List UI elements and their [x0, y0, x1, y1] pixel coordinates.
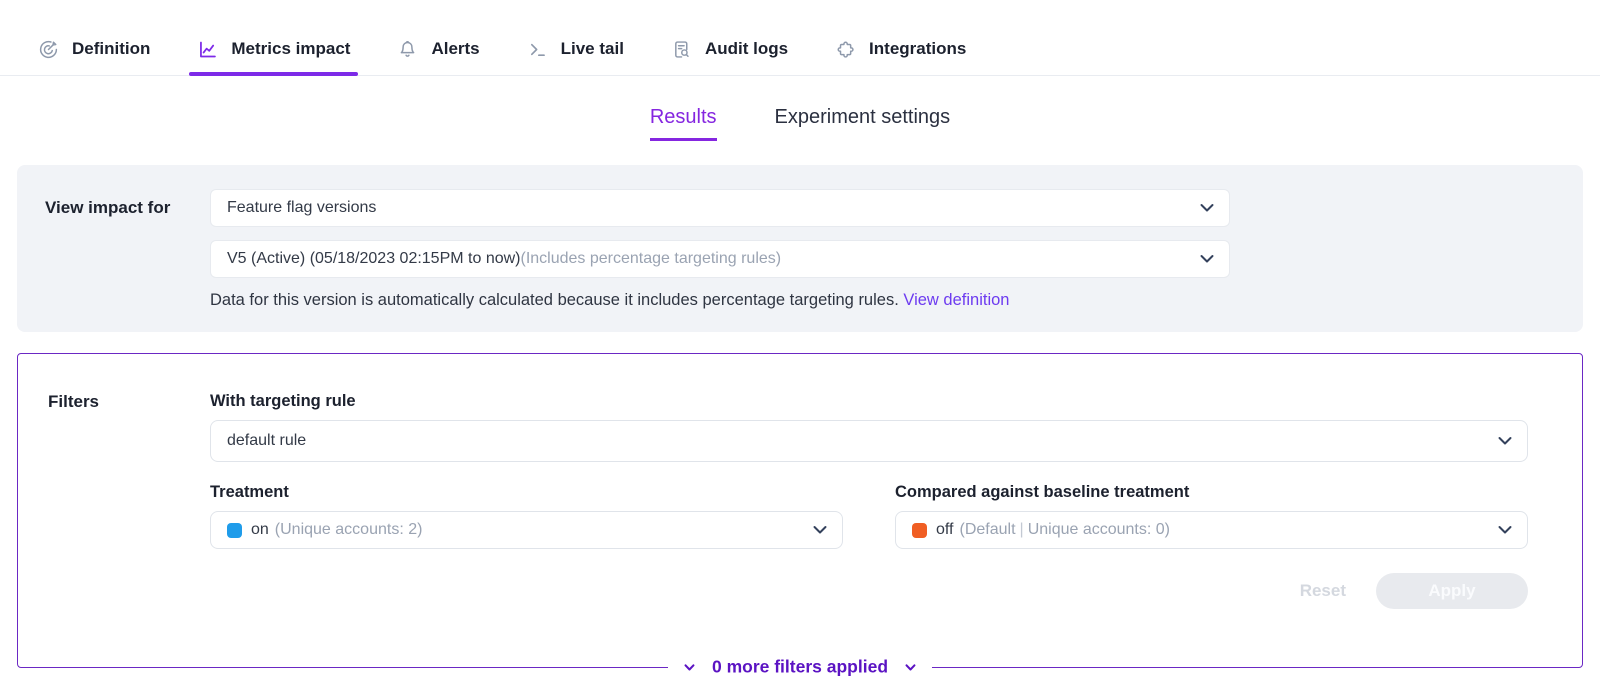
chevron-down-icon [1200, 255, 1214, 264]
bell-icon [397, 39, 418, 60]
chevron-down-icon [905, 663, 916, 671]
helper-text: Data for this version is automatically c… [210, 291, 903, 309]
subtab-results[interactable]: Results [650, 106, 717, 141]
version-type-value: Feature flag versions [227, 199, 376, 217]
tab-live-tail[interactable]: Live tail [527, 23, 624, 75]
view-impact-panel: View impact for Feature flag versions V5… [17, 165, 1583, 332]
targeting-rule-label: With targeting rule [210, 392, 1528, 411]
audit-icon [671, 39, 692, 60]
targeting-rule-value: default rule [227, 432, 306, 450]
baseline-note-left: (Default [960, 521, 1016, 539]
baseline-swatch [912, 523, 927, 538]
treatment-label: Treatment [210, 483, 843, 502]
tab-label: Audit logs [705, 39, 788, 59]
baseline-note-separator: | [1016, 521, 1028, 539]
baseline-select[interactable]: off (Default | Unique accounts: 0) [895, 511, 1528, 549]
version-helper-text: Data for this version is automatically c… [210, 291, 1230, 310]
puzzle-icon [835, 39, 856, 60]
tab-audit-logs[interactable]: Audit logs [671, 23, 788, 75]
treatment-swatch [227, 523, 242, 538]
view-impact-label: View impact for [45, 189, 210, 310]
tab-metrics-impact[interactable]: Metrics impact [197, 23, 350, 75]
tab-definition[interactable]: Definition [38, 23, 150, 75]
tab-label: Definition [72, 39, 150, 59]
version-select[interactable]: V5 (Active) (05/18/2023 02:15PM to now) … [210, 240, 1230, 278]
baseline-label: Compared against baseline treatment [895, 483, 1528, 502]
secondary-tabs: Results Experiment settings [0, 106, 1600, 141]
filters-panel: Filters With targeting rule default rule… [17, 353, 1583, 668]
target-icon [38, 39, 59, 60]
chevron-down-icon [1498, 526, 1512, 535]
chevron-down-icon [684, 663, 695, 671]
baseline-field: Compared against baseline treatment off … [895, 483, 1528, 549]
treatment-note: (Unique accounts: 2) [275, 521, 423, 539]
terminal-icon [527, 39, 548, 60]
more-filters-toggle[interactable]: 0 more filters applied [668, 655, 932, 680]
tab-label: Live tail [561, 39, 624, 59]
treatment-value: on [251, 521, 269, 539]
targeting-rule-select[interactable]: default rule [210, 420, 1528, 462]
baseline-value: off [936, 521, 954, 539]
apply-button[interactable]: Apply [1376, 573, 1528, 609]
chart-icon [197, 39, 218, 60]
chevron-down-icon [1498, 437, 1512, 446]
chevron-down-icon [1200, 204, 1214, 213]
chevron-down-icon [813, 526, 827, 535]
version-value: V5 (Active) (05/18/2023 02:15PM to now) [227, 250, 521, 268]
version-type-select[interactable]: Feature flag versions [210, 189, 1230, 227]
tab-alerts[interactable]: Alerts [397, 23, 479, 75]
more-filters-label: 0 more filters applied [712, 657, 888, 678]
view-definition-link[interactable]: View definition [903, 291, 1009, 309]
baseline-note-right: Unique accounts: 0) [1028, 521, 1170, 539]
top-navigation: Definition Metrics impact Alerts [0, 0, 1600, 76]
filter-actions: Reset Apply [210, 573, 1528, 609]
version-value-note: (Includes percentage targeting rules) [521, 250, 782, 268]
tab-label: Alerts [431, 39, 479, 59]
tab-integrations[interactable]: Integrations [835, 23, 966, 75]
filters-title: Filters [48, 392, 210, 609]
tab-label: Metrics impact [231, 39, 350, 59]
treatment-select[interactable]: on (Unique accounts: 2) [210, 511, 843, 549]
subtab-experiment-settings[interactable]: Experiment settings [775, 106, 951, 141]
reset-button[interactable]: Reset [1300, 581, 1346, 601]
tab-label: Integrations [869, 39, 966, 59]
treatment-field: Treatment on (Unique accounts: 2) [210, 483, 843, 549]
